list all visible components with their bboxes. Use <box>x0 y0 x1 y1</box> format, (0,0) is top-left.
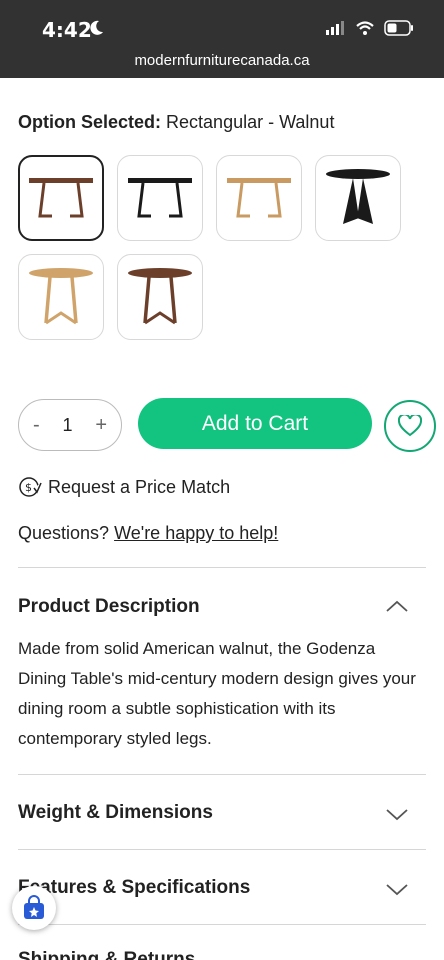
svg-text:$: $ <box>25 481 32 494</box>
increment-button[interactable]: + <box>95 414 107 437</box>
questions-line: Questions? We're happy to help! <box>18 523 278 544</box>
quantity-stepper: - 1 + <box>18 399 122 451</box>
divider <box>18 567 426 568</box>
table-round-oak-image <box>29 268 93 325</box>
chevron-up-icon[interactable] <box>385 599 409 613</box>
url-bar[interactable]: modernfurniturecanada.ca <box>0 52 444 69</box>
browser-status-bar: 4:42 modernfurniturecanada.ca <box>0 0 444 78</box>
divider <box>18 924 426 925</box>
status-icons <box>326 20 414 36</box>
table-round-black-image <box>326 169 390 224</box>
price-match-icon: $ <box>19 477 42 497</box>
variant-swatch-rect-walnut[interactable] <box>18 155 104 241</box>
chevron-down-icon[interactable] <box>385 808 409 822</box>
battery-icon <box>384 20 413 36</box>
variant-swatch-round-oak[interactable] <box>18 254 104 340</box>
price-match-label: Request a Price Match <box>48 476 231 497</box>
product-description-text: Made from solid American walnut, the God… <box>18 639 416 748</box>
signal-icon <box>326 21 344 35</box>
divider <box>18 849 426 850</box>
variant-swatch-round-walnut[interactable] <box>117 254 203 340</box>
variant-swatch-rect-oak[interactable] <box>216 155 302 241</box>
wifi-icon <box>356 21 374 35</box>
table-rect-walnut-image <box>29 178 93 218</box>
price-match-link[interactable]: $ Request a Price Match <box>18 476 230 498</box>
chevron-down-icon[interactable] <box>385 883 409 897</box>
decrement-button[interactable]: - <box>33 414 40 437</box>
add-to-cart-button[interactable]: Add to Cart <box>138 398 372 449</box>
table-rect-black-image <box>128 178 192 218</box>
help-link[interactable]: We're happy to help! <box>114 523 278 543</box>
accordion-shipping-returns[interactable]: Shipping & Returns <box>18 949 195 960</box>
option-value: Rectangular - Walnut <box>166 112 335 132</box>
rewards-badge-button[interactable] <box>12 886 56 930</box>
heart-icon <box>398 415 422 437</box>
variant-swatch-rect-black[interactable] <box>117 155 203 241</box>
wishlist-button[interactable] <box>384 400 436 452</box>
status-time: 4:42 <box>42 18 92 42</box>
moon-icon <box>90 20 103 35</box>
accordion-product-description[interactable]: Product Description <box>18 596 200 618</box>
quantity-value[interactable]: 1 <box>62 415 72 436</box>
variant-swatch-round-black[interactable] <box>315 155 401 241</box>
accordion-weight-dimensions[interactable]: Weight & Dimensions <box>18 802 213 824</box>
divider <box>18 774 426 775</box>
shopping-bag-icon <box>24 895 44 919</box>
option-label: Option Selected: <box>18 112 162 132</box>
table-rect-oak-image <box>227 178 291 218</box>
option-selected: Option Selected: Rectangular - Walnut <box>18 112 334 133</box>
questions-text: Questions? <box>18 523 110 543</box>
table-round-walnut-image <box>128 268 192 325</box>
